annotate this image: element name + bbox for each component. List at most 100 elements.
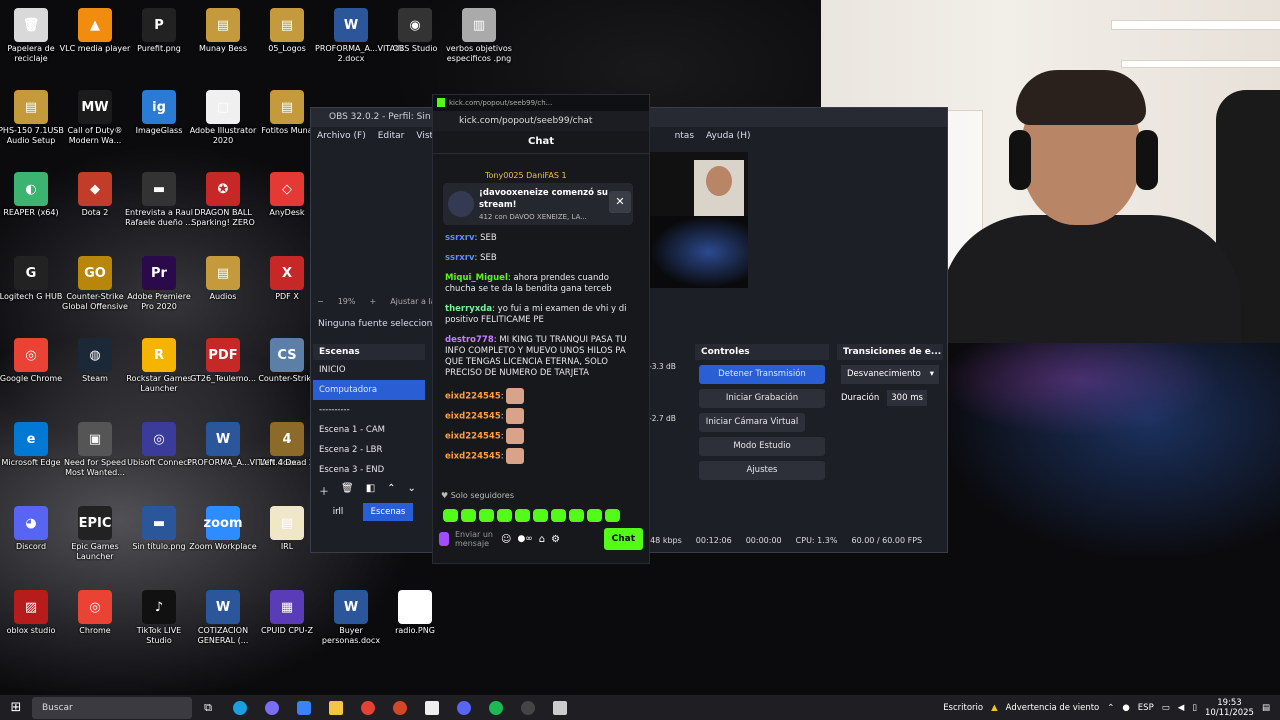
desktop-icon[interactable]: ◐ REAPER (x64) xyxy=(0,172,67,218)
desktop-icon[interactable]: ◎ Chrome xyxy=(59,590,131,636)
desktop-icon[interactable]: 🗑 Papelera de reciclaje xyxy=(0,8,67,64)
emote-icon[interactable] xyxy=(443,509,458,522)
desktop-icon[interactable]: PDF GT26_Teulemo... xyxy=(187,338,259,384)
desktop-icon[interactable]: R Rockstar Games Launcher xyxy=(123,338,195,394)
stream-notice[interactable]: ¡davooxeneize comenzó su stream! 412 con… xyxy=(443,183,633,225)
close-icon[interactable]: ✕ xyxy=(609,191,631,213)
windows-start-icon[interactable]: ⊞ xyxy=(5,697,27,719)
notification-icon[interactable]: ▤ xyxy=(1262,703,1270,713)
chat-send-button[interactable]: Chat xyxy=(603,528,643,550)
desktop-icon[interactable]: GO Counter-Strike Global Offensive xyxy=(59,256,131,312)
chrome-icon[interactable] xyxy=(357,697,379,719)
edge-icon[interactable] xyxy=(229,697,251,719)
menu-editar[interactable]: Editar xyxy=(378,127,405,145)
desktop-label[interactable]: Escritorio xyxy=(943,703,983,713)
transition-select[interactable]: Desvanecimiento ▾ xyxy=(841,365,939,384)
file-explorer-icon[interactable] xyxy=(325,697,347,719)
zoom-minus[interactable]: − xyxy=(317,297,324,306)
desktop-icon[interactable]: EPIC Epic Games Launcher xyxy=(59,506,131,562)
scene-escena-2[interactable]: Escena 2 - LBR xyxy=(313,440,425,460)
desktop-icon[interactable]: W COTIZACION GENERAL (... xyxy=(187,590,259,646)
tab-irll[interactable]: irll xyxy=(313,503,363,521)
desktop-icon[interactable]: MW Call of Duty® Modern Wa... xyxy=(59,90,131,146)
users-icon[interactable]: ●∞ xyxy=(517,534,532,544)
add-scene-icon[interactable]: ＋ xyxy=(319,483,329,498)
obs-preview[interactable] xyxy=(650,152,748,288)
desktop-icon[interactable]: ▬ Entrevista a Raul Rafaele dueño ... xyxy=(123,172,195,228)
desktop-icon[interactable]: ▣ Need for Speed Most Wanted... xyxy=(59,422,131,478)
move-down-icon[interactable]: ⌄ xyxy=(408,483,416,498)
volume-icon[interactable]: ◀ xyxy=(1178,703,1185,713)
file-icon[interactable] xyxy=(421,697,443,719)
menu-herramientas[interactable]: ntas xyxy=(675,127,694,145)
tab-escenas[interactable]: Escenas xyxy=(363,503,413,521)
desktop-icon[interactable]: P Purefit.png xyxy=(123,8,195,54)
mic-tray-icon[interactable]: ● xyxy=(1122,703,1129,713)
emote-icon[interactable] xyxy=(587,509,602,522)
chat-username[interactable]: destro778 xyxy=(445,335,494,345)
emote-icon[interactable] xyxy=(569,509,584,522)
emote-icon[interactable] xyxy=(551,509,566,522)
emote-icon[interactable] xyxy=(605,509,620,522)
desktop-icon[interactable]: ▬ Sin título.png xyxy=(123,506,195,552)
desktop-icon[interactable]: ♪ TikTok LIVE Studio xyxy=(123,590,195,646)
spotify-icon[interactable] xyxy=(485,697,507,719)
chat-username[interactable]: Miqui_Miguel xyxy=(445,273,508,283)
emoji-icon[interactable]: ☺ xyxy=(501,534,511,545)
copilot-icon[interactable] xyxy=(261,697,283,719)
desktop-icon[interactable]: Pr Adobe Premiere Pro 2020 xyxy=(123,256,195,312)
chat-username[interactable]: eixd224545 xyxy=(445,432,501,442)
start-recording-button[interactable]: Iniciar Grabación xyxy=(699,389,825,408)
task-view-icon[interactable]: ⧉ xyxy=(197,697,219,719)
chat-input[interactable]: Enviar un mensaje xyxy=(455,530,495,548)
scene-inicio[interactable]: INICIO xyxy=(313,360,425,380)
desktop-icon[interactable]: ▤ PHS-150 7.1USB Audio Setup xyxy=(0,90,67,146)
menu-archivo[interactable]: Archivo (F) xyxy=(317,127,366,145)
network-icon[interactable]: ▭ xyxy=(1162,703,1170,713)
desktop-icon[interactable]: ▤ Munay Bess xyxy=(187,8,259,54)
desktop-icon[interactable]: W PROFORMA_A...VITAIN.docx xyxy=(187,422,297,468)
emote-icon[interactable] xyxy=(515,509,530,522)
zoom-plus[interactable]: + xyxy=(369,297,376,306)
desktop-icon[interactable]: ◍ Steam xyxy=(59,338,131,384)
filter-icon[interactable]: ◧ xyxy=(366,483,375,498)
scene-separator[interactable]: ---------- xyxy=(313,400,425,420)
weather-label[interactable]: Advertencia de viento xyxy=(1006,703,1100,713)
scene-escena-3[interactable]: Escena 3 - END xyxy=(313,460,425,480)
desktop-icon[interactable]: ▥ verbos objetivos especificos .png xyxy=(443,8,515,64)
settings-button[interactable]: Ajustes xyxy=(699,461,825,480)
emote-icon[interactable] xyxy=(533,509,548,522)
scene-escena-1[interactable]: Escena 1 - CAM xyxy=(313,420,425,440)
store-icon[interactable]: ⌂ xyxy=(539,534,545,545)
stop-stream-button[interactable]: Detener Transmisión xyxy=(699,365,825,384)
language[interactable]: ESP xyxy=(1138,703,1154,713)
emote-icon[interactable] xyxy=(461,509,476,522)
chat-username[interactable]: eixd224545 xyxy=(445,452,501,462)
desktop-icon[interactable]: zoom Zoom Workplace xyxy=(187,506,259,552)
desktop-icon[interactable]: ig ImageGlass xyxy=(123,90,195,136)
desktop-icon[interactable]: ◕ Discord xyxy=(0,506,67,552)
obs-icon[interactable] xyxy=(517,697,539,719)
desktop-icon[interactable]: W Buyer personas.docx xyxy=(315,590,387,646)
desktop-icon[interactable]: ▤ 05_Logos xyxy=(251,8,323,54)
desktop-icon[interactable]: ◎ Ubisoft Connect xyxy=(123,422,195,468)
search-box[interactable]: Buscar xyxy=(32,696,192,719)
kick-titlebar[interactable]: kick.com/popout/seeb99/ch... xyxy=(433,95,649,111)
emote-icon[interactable] xyxy=(479,509,494,522)
desktop-icon[interactable]: ◉ OBS Studio xyxy=(379,8,451,54)
clock[interactable]: 19:53 10/11/2025 xyxy=(1205,698,1254,718)
desktop-icon[interactable]: ▲ VLC media player xyxy=(59,8,131,54)
move-up-icon[interactable]: ⌃ xyxy=(387,483,395,498)
duration-input[interactable]: 300 ms xyxy=(887,390,927,406)
chat-username[interactable]: eixd224545 xyxy=(445,412,501,422)
chat-username[interactable]: ssrxrv xyxy=(445,233,475,243)
gear-icon[interactable]: ⚙ xyxy=(551,534,560,545)
desktop-icon[interactable]: ▤ Audios xyxy=(187,256,259,302)
store-app-icon[interactable] xyxy=(293,697,315,719)
chat-username[interactable]: ssrxrv xyxy=(445,253,475,263)
desktop-icon[interactable]: ▦ CPUID CPU-Z xyxy=(251,590,323,636)
desktop-icon[interactable]: ▭ radio.PNG xyxy=(379,590,451,636)
desktop-icon[interactable]: W PROFORMA_A...VITAIN 2.docx xyxy=(315,8,403,64)
desktop-icon[interactable]: ▨ oblox studio xyxy=(0,590,67,636)
virtual-camera-button[interactable]: Iniciar Cámara Virtual xyxy=(699,413,805,432)
